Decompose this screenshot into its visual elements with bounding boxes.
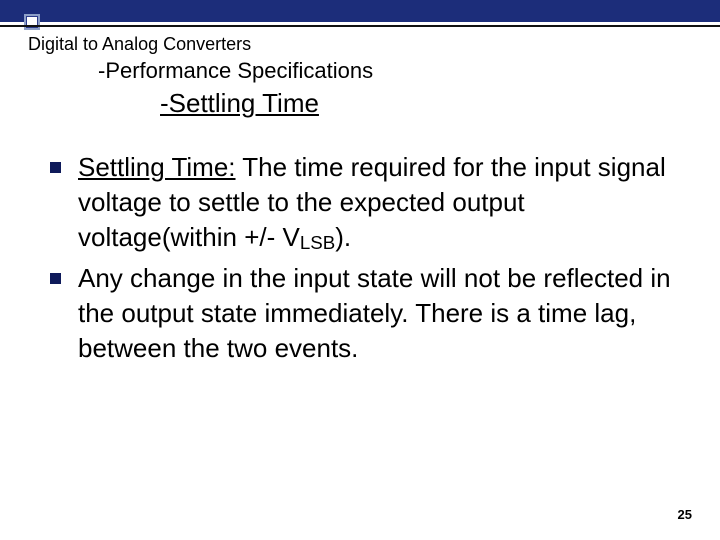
slide-subtitle: -Settling Time xyxy=(160,88,319,119)
body-text: Settling Time: The time required for the… xyxy=(50,150,680,373)
slide: Digital to Analog Converters -Performanc… xyxy=(0,0,720,540)
definition-text-tail: ). xyxy=(335,222,351,252)
list-item: Any change in the input state will not b… xyxy=(50,261,680,366)
breadcrumb: Digital to Analog Converters xyxy=(28,34,251,55)
title-band xyxy=(0,0,720,22)
subscript: LSB xyxy=(300,232,335,253)
bullet-text: Any change in the input state will not b… xyxy=(78,263,671,363)
square-bullet-icon xyxy=(50,273,61,284)
sub-breadcrumb: -Performance Specifications xyxy=(98,58,373,84)
page-number: 25 xyxy=(678,507,692,522)
list-item: Settling Time: The time required for the… xyxy=(50,150,680,255)
horizontal-rule xyxy=(0,25,720,27)
definition-term: Settling Time: xyxy=(78,152,236,182)
corner-square-icon xyxy=(24,14,40,30)
square-bullet-icon xyxy=(50,162,61,173)
